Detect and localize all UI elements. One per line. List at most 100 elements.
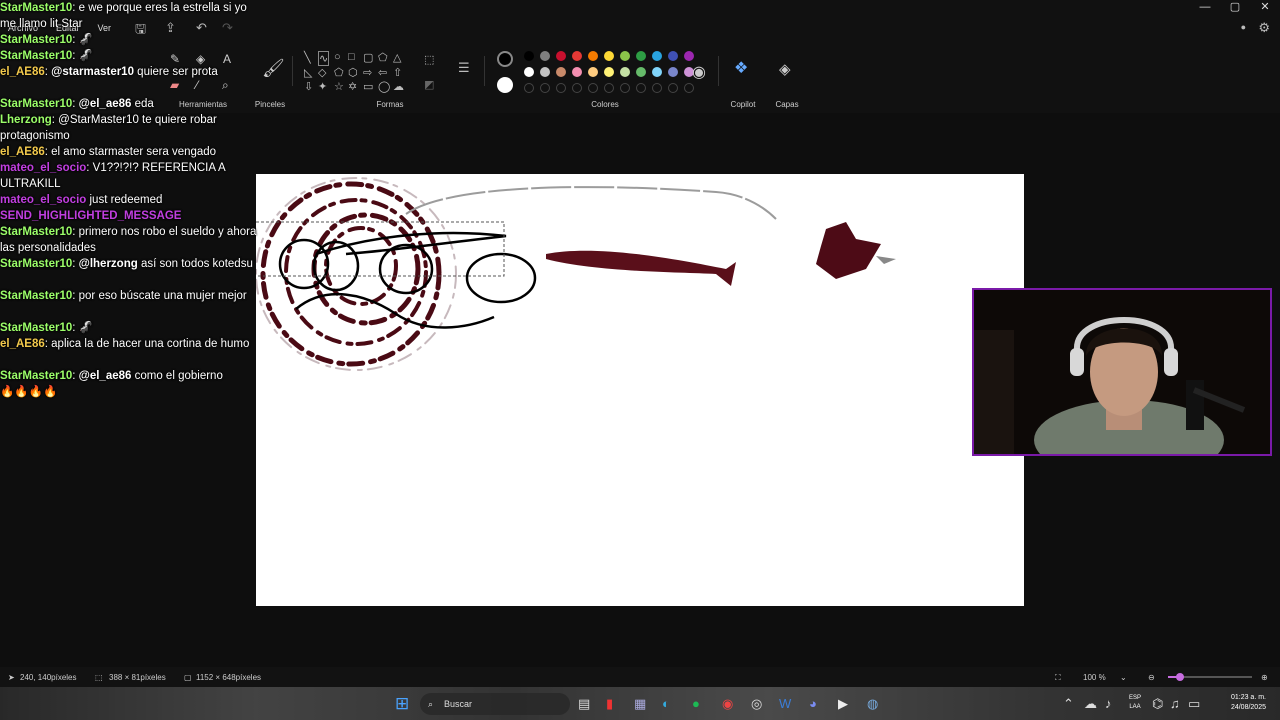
chat-username[interactable]: StarMaster10 (0, 98, 72, 110)
file-explorer-icon[interactable]: ▤ (578, 696, 590, 712)
color-swatch[interactable] (620, 67, 630, 77)
volume-icon[interactable]: ♫ (1170, 696, 1180, 711)
chat-mention[interactable]: @el_ae86 (79, 370, 132, 382)
steam-icon[interactable]: ◎ (751, 696, 762, 712)
color-swatch[interactable] (588, 67, 598, 77)
zoom-in-icon[interactable]: ⊕ (1261, 673, 1268, 682)
stroke-size-icon[interactable]: ☰ (458, 60, 470, 76)
custom-color-slot[interactable] (556, 83, 566, 93)
layers-icon[interactable]: ◈ (779, 60, 791, 78)
color-swatch[interactable] (540, 67, 550, 77)
primary-color-swatch[interactable] (497, 51, 513, 67)
line-shape-icon[interactable]: ╲ (304, 51, 311, 64)
color-swatch[interactable] (652, 67, 662, 77)
copilot-icon[interactable]: ❖ (734, 58, 748, 78)
secondary-color-swatch[interactable] (497, 77, 513, 93)
color-swatch[interactable] (540, 51, 550, 61)
color-swatch[interactable] (684, 51, 694, 61)
color-swatch[interactable] (604, 51, 614, 61)
polygon-shape-icon[interactable]: ⬠ (378, 51, 388, 64)
mic-icon[interactable]: ♪ (1105, 696, 1112, 711)
recorder-icon[interactable]: ◉ (722, 696, 733, 712)
custom-color-slot[interactable] (572, 83, 582, 93)
color-swatch[interactable] (524, 51, 534, 61)
custom-color-slot[interactable] (684, 83, 694, 93)
color-swatch[interactable] (524, 67, 534, 77)
eraser-icon[interactable]: ▰ (170, 78, 179, 92)
color-swatch[interactable] (556, 51, 566, 61)
arrow-up-shape-icon[interactable]: ⇧ (393, 66, 402, 79)
edit-colors-icon[interactable]: ◉ (692, 62, 706, 82)
outline-icon[interactable]: ⬚ (424, 53, 434, 66)
paint-icon[interactable]: ◍ (867, 696, 878, 712)
notification-icon[interactable]: ● (1241, 22, 1246, 32)
media-player-icon[interactable]: ▶ (838, 696, 848, 712)
chat-username[interactable]: el_AE86 (0, 338, 45, 350)
cloud-shape-icon[interactable]: ☁ (393, 80, 404, 93)
chat-username[interactable]: StarMaster10 (0, 2, 72, 14)
chat-username[interactable]: mateo_el_socio (0, 194, 86, 206)
chat-username[interactable]: StarMaster10 (0, 258, 72, 270)
color-swatch[interactable] (636, 67, 646, 77)
rectangle-shape-icon[interactable]: □ (348, 51, 355, 63)
settings-gear-icon[interactable]: ⚙ (1258, 20, 1270, 36)
rounded-rect-shape-icon[interactable]: ▢ (363, 51, 373, 64)
drawing-canvas[interactable] (256, 174, 1024, 606)
triangle-shape-icon[interactable]: △ (393, 51, 401, 64)
arrow-right-shape-icon[interactable]: ⇨ (363, 66, 372, 79)
pentagon-shape-icon[interactable]: ⬠ (334, 66, 344, 79)
chat-username[interactable]: StarMaster10 (0, 50, 72, 62)
fill-style-icon[interactable]: ◩ (424, 78, 434, 91)
color-swatch[interactable] (636, 51, 646, 61)
chat-mention[interactable]: @lherzong (79, 258, 138, 270)
close-button[interactable]: ✕ (1250, 0, 1280, 16)
color-swatch[interactable] (572, 51, 582, 61)
hexagon-shape-icon[interactable]: ⬡ (348, 66, 358, 79)
chat-username[interactable]: SEND_HIGHLIGHTED_MESSAGE (0, 210, 181, 222)
network-icon[interactable]: ⌬ (1152, 696, 1163, 712)
arrow-left-shape-icon[interactable]: ⇦ (378, 66, 387, 79)
zoom-slider[interactable] (1168, 673, 1252, 681)
curve-shape-icon[interactable]: ∿ (318, 51, 330, 66)
custom-color-slot[interactable] (524, 83, 534, 93)
zoom-out-icon[interactable]: ⊖ (1148, 673, 1155, 682)
minimize-button[interactable]: — (1190, 0, 1220, 16)
word-icon[interactable]: W (779, 696, 791, 711)
zoom-slider-thumb[interactable] (1175, 673, 1184, 681)
chat-mention[interactable]: @el_ae86 (79, 98, 132, 110)
custom-color-slot[interactable] (620, 83, 630, 93)
right-triangle-shape-icon[interactable]: ◺ (304, 66, 312, 79)
custom-color-slot[interactable] (636, 83, 646, 93)
chat-username[interactable]: el_AE86 (0, 146, 45, 158)
calculator-icon[interactable]: ▦ (634, 696, 646, 712)
fit-window-icon[interactable]: ⛶ (1055, 673, 1061, 683)
custom-color-slot[interactable] (540, 83, 550, 93)
color-swatch[interactable] (556, 67, 566, 77)
battery-icon[interactable]: ▭ (1188, 696, 1200, 712)
custom-color-slot[interactable] (652, 83, 662, 93)
onedrive-icon[interactable]: ☁ (1084, 696, 1097, 712)
star6-shape-icon[interactable]: ✡ (348, 80, 357, 93)
spotify-icon[interactable]: ● (692, 696, 700, 711)
chat-username[interactable]: el_AE86 (0, 66, 45, 78)
tray-chevron-icon[interactable]: ⌃ (1063, 696, 1074, 712)
diamond-shape-icon[interactable]: ◇ (318, 66, 326, 79)
taskbar-search[interactable]: ⌕ Buscar (420, 693, 570, 715)
chat-username[interactable]: StarMaster10 (0, 34, 72, 46)
callout-rect-shape-icon[interactable]: ▭ (363, 80, 373, 93)
discord-icon[interactable]: ◕ (809, 696, 817, 711)
star4-shape-icon[interactable]: ✦ (318, 80, 327, 93)
start-icon[interactable]: ⊞ (395, 694, 409, 714)
color-swatch[interactable] (620, 51, 630, 61)
color-picker-icon[interactable]: ⁄ (196, 78, 198, 92)
color-swatch[interactable] (652, 51, 662, 61)
chat-username[interactable]: mateo_el_socio (0, 162, 86, 174)
magnifier-icon[interactable]: ⌕ (222, 78, 229, 93)
custom-color-slot[interactable] (668, 83, 678, 93)
zoom-level[interactable]: 100 % (1083, 673, 1106, 682)
star5-shape-icon[interactable]: ☆ (334, 80, 344, 93)
edge-icon[interactable]: ◐ (662, 696, 670, 711)
chat-username[interactable]: StarMaster10 (0, 290, 72, 302)
color-swatch[interactable] (668, 51, 678, 61)
color-swatch[interactable] (588, 51, 598, 61)
